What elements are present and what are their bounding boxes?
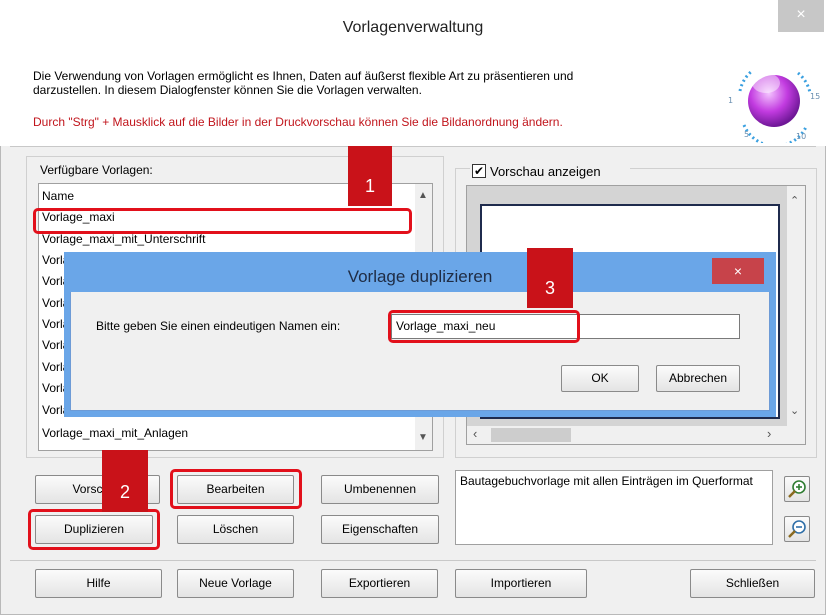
hint-text: Durch "Strg" + Mausklick auf die Bilder … — [33, 115, 563, 129]
knob-label-15: 15 — [810, 92, 820, 101]
list-item[interactable]: Vorla — [42, 336, 69, 355]
export-button[interactable]: Exportieren — [321, 569, 438, 598]
description-text: Bautagebuchvorlage mit allen Einträgen i… — [455, 470, 773, 545]
list-item[interactable]: Vorla — [42, 358, 69, 377]
list-column-header[interactable]: Name — [42, 187, 74, 206]
zoom-out-icon — [788, 520, 806, 538]
highlight-name-input — [388, 310, 580, 343]
list-item[interactable]: Vorlage_maxi_mit_Anlagen — [42, 424, 188, 443]
list-item[interactable]: Vorla — [42, 294, 69, 313]
preview-checkbox-label: Vorschau anzeigen — [490, 164, 601, 179]
preview-checkbox-row[interactable]: ✔ Vorschau anzeigen — [470, 163, 630, 181]
info-text: Die Verwendung von Vorlagen ermöglicht e… — [33, 69, 683, 97]
list-item[interactable]: Vorla — [42, 379, 69, 398]
list-item[interactable]: Vorla — [42, 272, 69, 291]
banner-divider — [10, 146, 816, 147]
duplicate-dialog-title: Vorlage duplizieren — [347, 267, 493, 286]
rename-button[interactable]: Umbenennen — [321, 475, 439, 504]
highlight-edit-button — [170, 469, 302, 509]
list-item[interactable]: Vorla — [42, 251, 69, 270]
window-close-button[interactable]: × — [778, 0, 824, 32]
close-button[interactable]: Schließen — [690, 569, 815, 598]
knob-icon: 1 15 5 10 — [722, 53, 822, 148]
window-title: Vorlagenverwaltung — [342, 19, 484, 36]
zoom-out-button[interactable] — [784, 516, 810, 542]
scroll-up-icon[interactable]: ▲ — [418, 190, 428, 201]
knob-label-1: 1 — [728, 96, 733, 105]
preview-vertical-scrollbar[interactable]: ⌃ ⌄ — [787, 186, 805, 426]
preview-horizontal-scrollbar[interactable]: ‹ › — [467, 426, 805, 444]
footer-divider — [10, 560, 816, 561]
info-line-1: Die Verwendung von Vorlagen ermöglicht e… — [33, 69, 574, 83]
dialog-ok-button[interactable]: OK — [561, 365, 639, 392]
properties-button[interactable]: Eigenschaften — [321, 515, 439, 544]
scroll-down-icon[interactable]: ▼ — [418, 432, 428, 443]
list-item[interactable]: Vorla — [42, 315, 69, 334]
help-button[interactable]: Hilfe — [35, 569, 162, 598]
scroll-right-icon[interactable]: › — [767, 426, 771, 441]
callout-1: 1 — [348, 146, 392, 206]
info-line-2: darzustellen. In diesem Dialogfenster kö… — [33, 83, 422, 97]
callout-2: 2 — [102, 450, 148, 512]
callout-3: 3 — [527, 248, 573, 308]
scroll-up-icon[interactable]: ⌃ — [790, 194, 799, 207]
zoom-in-button[interactable] — [784, 476, 810, 502]
duplicate-dialog-prompt: Bitte geben Sie einen eindeutigen Namen … — [96, 319, 341, 333]
templates-group-label: Verfügbare Vorlagen: — [38, 163, 155, 177]
zoom-in-icon — [788, 480, 806, 498]
highlight-duplicate-button — [28, 509, 160, 550]
duplicate-dialog-close-button[interactable]: × — [712, 258, 764, 284]
knob-label-10: 10 — [796, 132, 806, 141]
dialog-cancel-button[interactable]: Abbrechen — [656, 365, 740, 392]
new-template-button[interactable]: Neue Vorlage — [177, 569, 294, 598]
scroll-down-icon[interactable]: ⌄ — [790, 404, 799, 417]
scroll-thumb[interactable] — [491, 428, 571, 442]
delete-button[interactable]: Löschen — [177, 515, 294, 544]
knob-label-5: 5 — [744, 130, 749, 139]
preview-checkbox[interactable]: ✔ — [472, 164, 486, 178]
highlight-template-selection — [33, 208, 412, 234]
import-button[interactable]: Importieren — [455, 569, 587, 598]
scroll-left-icon[interactable]: ‹ — [473, 426, 477, 441]
